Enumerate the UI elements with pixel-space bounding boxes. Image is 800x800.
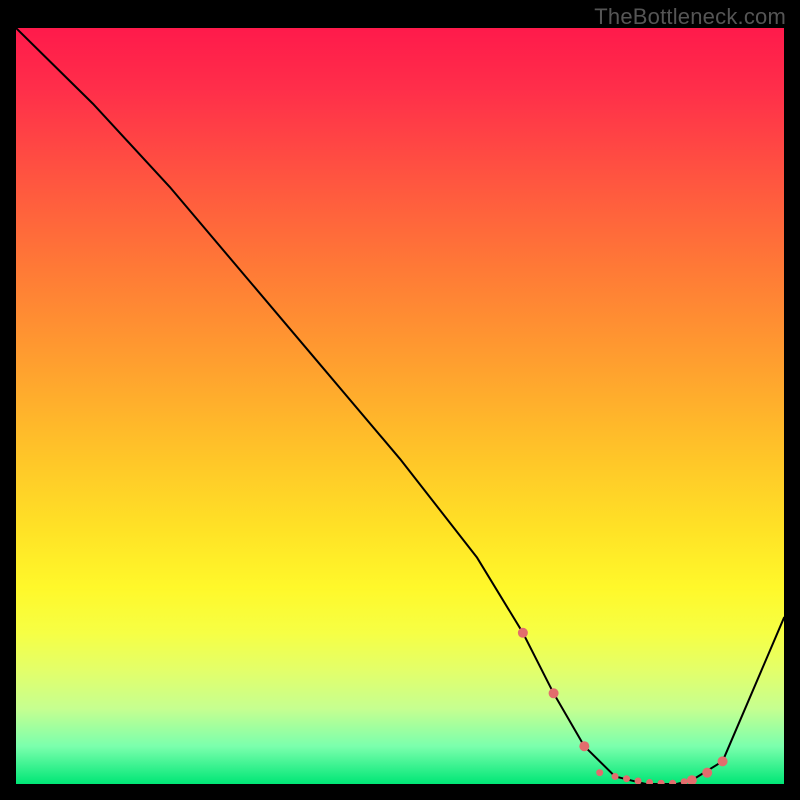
marker-dot [718, 756, 728, 766]
marker-dot [612, 773, 619, 780]
marker-dot [635, 777, 642, 784]
marker-dot [579, 741, 589, 751]
curve-line [16, 28, 784, 784]
marker-dot [596, 769, 603, 776]
watermark-text: TheBottleneck.com [594, 4, 786, 30]
marker-dot [549, 688, 559, 698]
plot-area [16, 28, 784, 784]
chart-svg [16, 28, 784, 784]
marker-dot [702, 768, 712, 778]
marker-dot [623, 775, 630, 782]
marker-dot [646, 779, 653, 784]
marker-dot [687, 775, 697, 784]
marker-dot [669, 780, 676, 784]
marker-dot [658, 780, 665, 784]
marker-group [518, 628, 728, 784]
marker-dot [681, 778, 688, 784]
marker-dot [518, 628, 528, 638]
chart-stage: TheBottleneck.com [0, 0, 800, 800]
